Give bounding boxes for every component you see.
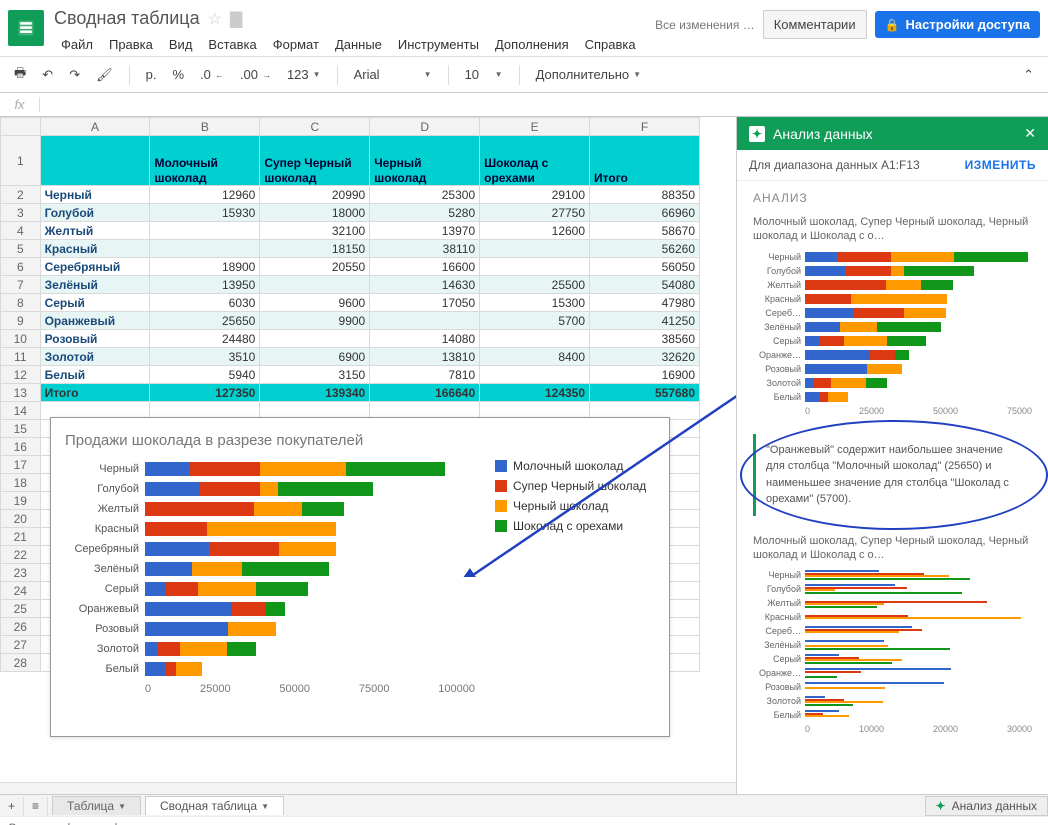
decrease-decimal[interactable]: .0← [194, 63, 230, 86]
status-text: Ожидание docs.google.com... [8, 822, 156, 825]
fx-icon: fx [0, 97, 40, 112]
menu-tools[interactable]: Инструменты [391, 33, 486, 56]
sheets-logo [8, 10, 44, 46]
share-label: Настройки доступа [906, 17, 1030, 32]
explore-range: Для диапазона данных A1:F13 [749, 158, 920, 172]
menu-format[interactable]: Формат [266, 33, 326, 56]
embedded-chart[interactable]: Продажи шоколада в разрезе покупателей Ч… [50, 417, 670, 737]
menu-insert[interactable]: Вставка [201, 33, 263, 56]
more-formats[interactable]: Дополнительно ▼ [530, 63, 648, 86]
explore-icon: ✦ [749, 126, 765, 142]
mini-chart-title: Молочный шоколад, Супер Черный шоколад, … [753, 215, 1032, 244]
close-icon[interactable]: ✕ [1024, 125, 1036, 142]
docs-header: Сводная таблица ☆ ▇ Файл Правка Вид Вста… [0, 0, 1048, 57]
document-title[interactable]: Сводная таблица [54, 8, 200, 29]
percent-format[interactable]: % [166, 63, 190, 86]
chart-legend: Молочный шоколадСупер Черный шоколадЧерн… [485, 459, 655, 719]
insight-text: "Оранжевый" содержит наибольшее значение… [766, 444, 1009, 506]
undo-icon[interactable]: ↶ [36, 63, 59, 87]
chevron-down-icon: ▼ [261, 802, 269, 811]
font-size[interactable]: 10▼ [459, 63, 509, 86]
number-format[interactable]: 123 ▼ [281, 63, 327, 86]
explore-icon: ✦ [936, 799, 946, 813]
share-button[interactable]: 🔒 Настройки доступа [875, 11, 1040, 38]
menu-addons[interactable]: Дополнения [488, 33, 576, 56]
explore-panel: ✦ Анализ данных ✕ Для диапазона данных A… [736, 117, 1048, 794]
chevron-down-icon: ▼ [118, 802, 126, 811]
toolbar-collapse-icon[interactable]: ⌃ [1017, 63, 1040, 87]
tab-pivot[interactable]: Сводная таблица ▼ [145, 796, 284, 815]
explore-scroll[interactable]: АНАЛИЗ Молочный шоколад, Супер Черный шо… [737, 181, 1048, 794]
sheet-area: ABCDEF1Молочный шоколадСупер Черный шоко… [0, 117, 736, 794]
comments-button[interactable]: Комментарии [763, 10, 867, 39]
explore-chart-1[interactable]: Молочный шоколад, Супер Черный шоколад, … [741, 211, 1044, 428]
chart-plot: ЧерныйГолубойЖелтыйКрасныйСеребряныйЗелё… [65, 459, 485, 719]
all-sheets-button[interactable]: ≡ [24, 797, 48, 815]
sheet-tabs-bar: + ≡ Таблица ▼ Сводная таблица ▼ ✦ Анализ… [0, 794, 1048, 816]
explore-edit-button[interactable]: ИЗМЕНИТЬ [965, 158, 1036, 172]
lock-icon: 🔒 [885, 18, 900, 32]
add-sheet-button[interactable]: + [0, 797, 24, 815]
star-icon[interactable]: ☆ [208, 9, 222, 29]
explore-launcher-button[interactable]: ✦ Анализ данных [925, 796, 1048, 816]
explore-section-label: АНАЛИЗ [741, 181, 1044, 211]
paint-format-icon[interactable]: 🖌 [90, 63, 119, 87]
menu-edit[interactable]: Правка [102, 33, 160, 56]
horizontal-scrollbar[interactable] [0, 782, 736, 794]
chart-title: Продажи шоколада в разрезе покупателей [65, 432, 655, 449]
explore-insight[interactable]: "Оранжевый" содержит наибольшее значение… [753, 434, 1032, 516]
annotation-circle [740, 420, 1048, 530]
explore-header: ✦ Анализ данных ✕ [737, 117, 1048, 150]
status-bar: Ожидание docs.google.com... [0, 816, 1048, 825]
redo-icon[interactable]: ↷ [63, 63, 86, 87]
menu-data[interactable]: Данные [328, 33, 389, 56]
formula-bar: fx [0, 93, 1048, 117]
explore-title: Анализ данных [773, 126, 873, 142]
tab-table[interactable]: Таблица ▼ [52, 796, 141, 815]
menu-bar: Файл Правка Вид Вставка Формат Данные Ин… [54, 33, 655, 56]
mini-chart-title: Молочный шоколад, Супер Черный шоколад, … [753, 534, 1032, 563]
currency-format[interactable]: р. [140, 63, 163, 86]
increase-decimal[interactable]: .00→ [234, 63, 277, 86]
folder-icon[interactable]: ▇ [230, 9, 242, 29]
menu-file[interactable]: Файл [54, 33, 100, 56]
menu-view[interactable]: Вид [162, 33, 200, 56]
formula-input[interactable] [40, 97, 1048, 112]
toolbar: 🖶 ↶ ↷ 🖌 р. % .0← .00→ 123 ▼ Arial▼ 10▼ Д… [0, 57, 1048, 93]
menu-help[interactable]: Справка [578, 33, 643, 56]
font-family[interactable]: Arial▼ [348, 63, 438, 86]
print-icon[interactable]: 🖶 [8, 60, 32, 90]
explore-chart-2[interactable]: Молочный шоколад, Супер Черный шоколад, … [741, 530, 1044, 747]
changes-saved[interactable]: Все изменения … [655, 18, 755, 32]
